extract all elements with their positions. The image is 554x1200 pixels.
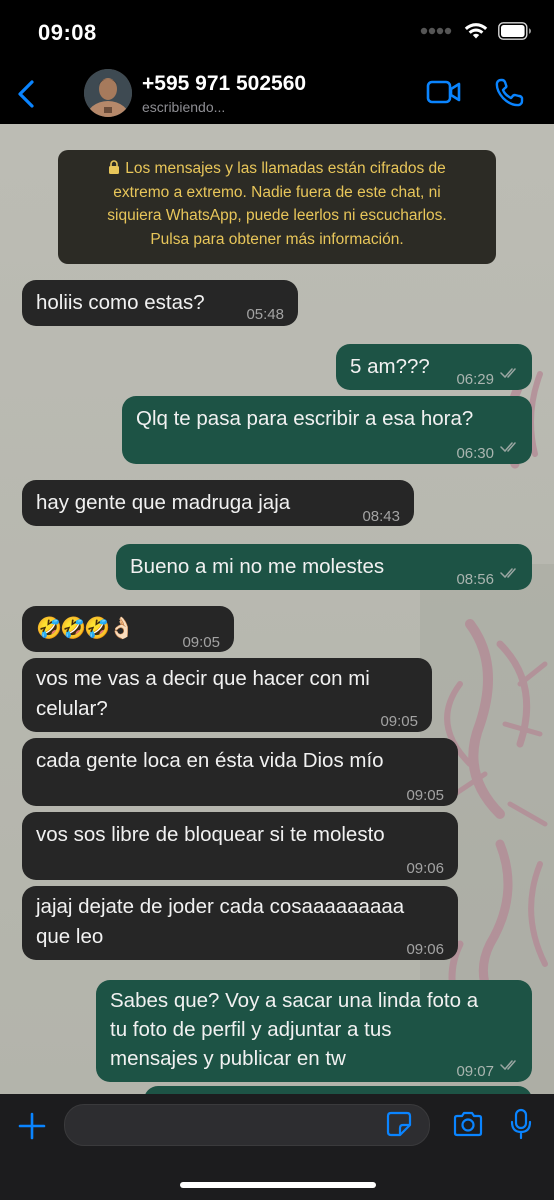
message-time: 09:05 — [182, 634, 220, 651]
lock-icon — [109, 160, 120, 174]
camera-icon[interactable] — [452, 1111, 484, 1137]
message-outgoing-partial[interactable] — [144, 1086, 532, 1094]
chat-area[interactable]: Los mensajes y las llamadas están cifrad… — [0, 124, 554, 1094]
message-time: 09:06 — [406, 941, 444, 958]
message-text: 5 am??? — [350, 355, 430, 378]
encryption-line-3: siquiera WhatsApp, puede leerlos ni escu… — [107, 207, 447, 224]
avatar-photo-icon — [84, 69, 132, 117]
encryption-line-1: Los mensajes y las llamadas están cifrad… — [125, 160, 446, 177]
phone-icon[interactable] — [494, 78, 524, 108]
sticker-icon[interactable] — [386, 1111, 412, 1137]
message-text: Qlq te pasa para escribir a esa hora? — [136, 407, 474, 430]
message-incoming[interactable]: hay gente que madruga jaja 08:43 — [22, 480, 414, 526]
plus-icon[interactable] — [18, 1112, 46, 1140]
message-text: que leo — [36, 925, 104, 948]
message-outgoing[interactable]: 5 am??? 06:29 — [336, 344, 532, 390]
message-incoming[interactable]: vos sos libre de bloquear si te molesto … — [22, 812, 458, 880]
message-text: vos sos libre de bloquear si te molesto — [36, 823, 385, 846]
message-outgoing[interactable]: Sabes que? Voy a sacar una linda foto a … — [96, 980, 532, 1082]
message-incoming[interactable]: holiis como estas? 05:48 — [22, 280, 298, 326]
message-time: 09:06 — [406, 860, 444, 877]
encryption-line-4: Pulsa para obtener más información. — [150, 230, 404, 248]
signal-icon — [420, 27, 452, 35]
message-text: Sabes que? Voy a sacar una linda foto a — [110, 989, 479, 1012]
contact-name[interactable]: +595 971 502560 — [142, 72, 306, 96]
read-ticks-icon — [500, 1060, 516, 1071]
message-text: holiis como estas? — [36, 291, 205, 314]
message-text: hay gente que madruga jaja — [36, 491, 291, 514]
message-time: 09:07 — [456, 1063, 494, 1080]
contact-status: escribiendo... — [142, 99, 226, 115]
message-time: 06:29 — [456, 371, 494, 388]
video-call-icon[interactable] — [426, 78, 462, 106]
status-time: 09:08 — [38, 20, 97, 45]
message-time: 08:56 — [456, 571, 494, 588]
home-indicator — [180, 1182, 376, 1188]
message-text: cada gente loca en ésta vida Dios mío — [36, 749, 384, 772]
message-text: 🤣🤣🤣👌🏻 — [36, 617, 135, 640]
avatar[interactable] — [84, 69, 132, 117]
read-ticks-icon — [500, 368, 516, 379]
wifi-icon — [464, 23, 488, 39]
message-time: 05:48 — [246, 306, 284, 323]
status-bar: 09:08 — [0, 0, 554, 64]
message-incoming[interactable]: cada gente loca en ésta vida Dios mío 09… — [22, 738, 458, 806]
message-time: 09:05 — [406, 787, 444, 804]
message-incoming[interactable]: 🤣🤣🤣👌🏻 09:05 — [22, 606, 234, 652]
message-text: tu foto de perfil y adjuntar a tus — [110, 1018, 392, 1041]
message-text: vos me vas a decir que hacer con mi — [36, 667, 370, 690]
message-text: Bueno a mi no me molestes — [130, 555, 385, 578]
message-input[interactable] — [64, 1104, 430, 1146]
message-incoming[interactable]: jajaj dejate de joder cada cosaaaaaaaaa … — [22, 886, 458, 960]
encryption-line-2: extremo a extremo. Nadie fuera de este c… — [113, 183, 441, 201]
message-text: celular? — [36, 697, 108, 720]
chat-header: +595 971 502560 escribiendo... — [0, 64, 554, 124]
encryption-notice[interactable]: Los mensajes y las llamadas están cifrad… — [58, 150, 496, 264]
message-text: jajaj dejate de joder cada cosaaaaaaaaa — [36, 895, 405, 918]
message-text: mensajes y publicar en tw — [110, 1047, 346, 1070]
message-time: 08:43 — [362, 508, 400, 525]
back-chevron-icon[interactable] — [14, 78, 42, 110]
message-outgoing[interactable]: Qlq te pasa para escribir a esa hora? 06… — [122, 396, 532, 464]
microphone-icon[interactable] — [510, 1108, 532, 1140]
message-incoming[interactable]: vos me vas a decir que hacer con mi celu… — [22, 658, 432, 732]
message-time: 09:05 — [380, 713, 418, 730]
battery-icon — [498, 22, 531, 40]
read-ticks-icon — [500, 442, 516, 453]
message-outgoing[interactable]: Bueno a mi no me molestes 08:56 — [116, 544, 532, 590]
message-time: 06:30 — [456, 445, 494, 462]
read-ticks-icon — [500, 568, 516, 579]
